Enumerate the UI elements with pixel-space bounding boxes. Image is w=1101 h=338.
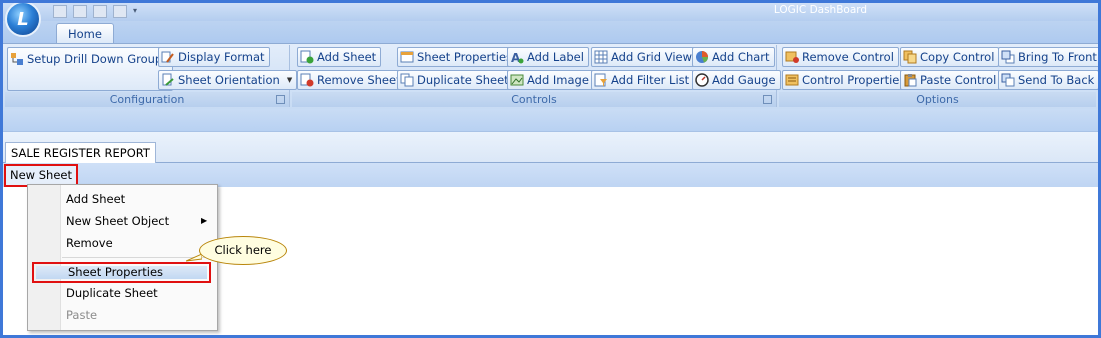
callout-tail	[186, 253, 202, 262]
menu-icon-gutter	[28, 185, 61, 330]
group-label-configuration: Configuration	[5, 92, 289, 107]
add-label-icon: A	[510, 50, 524, 64]
ribbon: Setup Drill Down Groups Display Format S…	[3, 43, 1098, 110]
paste-icon	[903, 73, 917, 87]
add-grid-view-button[interactable]: Add Grid View	[591, 47, 697, 67]
report-tab-row: SALE REGISTER REPORT	[3, 132, 1098, 163]
bring-to-front-button[interactable]: Bring To Front	[998, 47, 1098, 67]
window-title: LOGIC DashBoard	[773, 4, 868, 16]
add-image-button[interactable]: Add Image	[507, 70, 594, 90]
bring-to-front-icon	[1001, 50, 1015, 64]
gauge-icon	[695, 73, 709, 87]
dialog-launcher-icon[interactable]	[763, 95, 772, 104]
chart-icon	[695, 50, 709, 64]
send-to-back-icon	[1001, 73, 1015, 87]
app-logo-letter: L	[17, 8, 29, 30]
control-properties-icon	[785, 73, 799, 87]
click-here-callout: Click here	[199, 236, 287, 265]
menu-item-paste: Paste	[66, 308, 98, 322]
sheet-orientation-button[interactable]: Sheet Orientation ▼	[158, 70, 298, 90]
add-chart-button[interactable]: Add Chart	[692, 47, 775, 67]
add-filter-list-button[interactable]: Add Filter List	[591, 70, 695, 90]
group-label-options: Options	[779, 92, 1096, 107]
remove-control-button[interactable]: Remove Control	[782, 47, 899, 67]
remove-sheet-icon	[300, 73, 314, 87]
menu-item-sheet-properties[interactable]: Sheet Properties	[32, 262, 211, 283]
menu-item-add-sheet[interactable]: Add Sheet	[66, 189, 125, 209]
submenu-arrow-icon: ▶	[201, 216, 208, 225]
filter-list-icon	[594, 73, 608, 87]
group-options: Remove Control Control Properties Copy C…	[779, 45, 1098, 107]
display-format-icon	[161, 50, 175, 64]
paste-control-button[interactable]: Paste Control	[900, 70, 1002, 90]
control-properties-button[interactable]: Control Properties	[782, 70, 911, 90]
copy-icon	[903, 50, 917, 64]
display-format-button[interactable]: Display Format	[158, 47, 270, 67]
toolbar-band	[3, 109, 1098, 132]
menu-item-remove[interactable]: Remove	[66, 233, 113, 253]
app-window: ▾ LOGIC DashBoard L Home Setup Drill Dow…	[3, 3, 1098, 335]
duplicate-sheet-button[interactable]: Duplicate Sheet	[397, 70, 514, 90]
title-bar: ▾ LOGIC DashBoard	[3, 3, 1098, 21]
sheet-properties-button[interactable]: Sheet Properties	[397, 47, 518, 67]
copy-control-button[interactable]: Copy Control	[900, 47, 1000, 67]
add-label-button[interactable]: A Add Label	[507, 47, 589, 67]
orientation-icon	[161, 73, 175, 87]
tab-home[interactable]: Home	[56, 23, 114, 44]
sheet-properties-icon	[400, 50, 414, 64]
dialog-launcher-icon[interactable]	[276, 95, 285, 104]
group-label-controls: Controls	[292, 92, 776, 107]
add-image-icon	[510, 73, 524, 87]
add-sheet-icon	[300, 50, 314, 64]
menu-item-duplicate-sheet[interactable]: Duplicate Sheet	[66, 283, 158, 303]
grid-view-icon	[594, 50, 608, 64]
duplicate-sheet-icon	[400, 73, 414, 87]
ribbon-tab-row: Home	[3, 21, 1098, 44]
add-sheet-button[interactable]: Add Sheet	[297, 47, 382, 67]
setup-drill-down-groups-button[interactable]: Setup Drill Down Groups	[7, 47, 174, 91]
remove-control-icon	[785, 50, 799, 64]
remove-sheet-button[interactable]: Remove Sheet	[297, 70, 406, 90]
drill-down-icon	[10, 52, 24, 66]
menu-item-new-sheet-object[interactable]: New Sheet Object ▶	[66, 211, 208, 231]
send-to-back-button[interactable]: Send To Back	[998, 70, 1098, 90]
tab-sale-register-report[interactable]: SALE REGISTER REPORT	[5, 142, 156, 163]
add-gauge-button[interactable]: Add Gauge	[692, 70, 781, 90]
group-controls: Add Sheet Remove Sheet Sheet Properties …	[292, 45, 781, 107]
group-configuration: Setup Drill Down Groups Display Format S…	[5, 45, 298, 107]
